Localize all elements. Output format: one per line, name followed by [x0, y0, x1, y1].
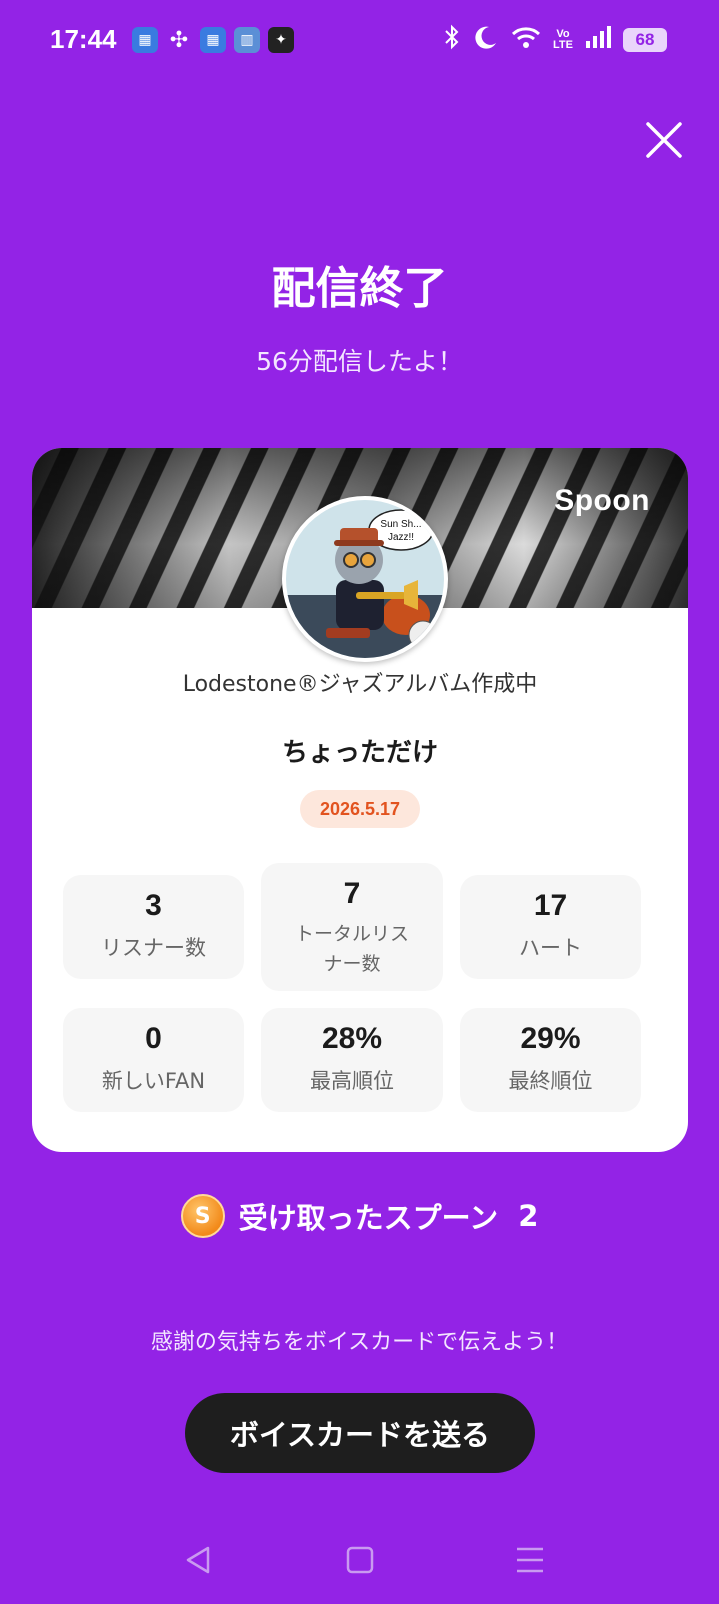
stat-value: 3: [145, 889, 162, 922]
status-time: 17:44: [50, 24, 117, 54]
close-button[interactable]: [642, 118, 686, 162]
broadcast-summary-card: Spoon Sun Sh... Jazz!! Lodestone®ジャズアルバム…: [32, 448, 688, 1152]
stat-total-listeners: 7 トータルリスナー数: [261, 863, 443, 991]
date-badge: 2026.5.17: [300, 790, 420, 828]
status-indicators: Vo LTE 68: [443, 24, 667, 56]
signal-icon: [585, 25, 611, 55]
stat-label: 最高順位: [310, 1069, 394, 1093]
svg-text:Sun Sh...: Sun Sh...: [380, 519, 421, 530]
system-nav-bar: [0, 1540, 719, 1600]
battery-indicator: 68: [623, 28, 667, 52]
avatar: Sun Sh... Jazz!!: [282, 496, 448, 662]
status-bar: 17:44 ▦ ✣ ▦ ▥ ✦ Vo LTE 68: [0, 0, 719, 84]
stat-label: トータルリスナー数: [294, 923, 409, 975]
spoons-count: 2: [518, 1199, 539, 1233]
home-nav-button[interactable]: [340, 1540, 380, 1580]
dj-name: Lodestone®ジャズアルバム作成中: [182, 672, 538, 697]
volte-indicator: Vo LTE: [553, 28, 573, 51]
broadcast-duration: 56分配信したよ！: [256, 347, 463, 376]
stat-value: 29%: [520, 1022, 581, 1055]
calendar-app-icon: ▦: [200, 27, 226, 53]
stat-label: リスナー数: [101, 936, 206, 960]
pinwheel-app-icon: ✣: [169, 27, 189, 53]
stat-label: ハート: [519, 936, 582, 960]
broadcast-title: ちょっただけ: [281, 738, 438, 768]
stat-final-rank: 29% 最終順位: [460, 1008, 641, 1112]
stat-new-fans: 0 新しいFAN: [63, 1008, 244, 1112]
figure-app-icon: ✦: [268, 27, 294, 53]
page-title: 配信終了: [271, 263, 448, 314]
status-app-icons: ▦ ✣ ▦ ▥ ✦: [132, 27, 294, 53]
spoon-logo: Spoon: [554, 484, 650, 517]
wifi-icon: [511, 25, 541, 55]
stat-highest-rank: 28% 最高順位: [261, 1008, 443, 1112]
close-icon: [646, 122, 682, 158]
stat-value: 28%: [321, 1022, 383, 1055]
home-square-icon: [346, 1546, 374, 1574]
moon-icon: [473, 24, 499, 56]
stat-label: 新しいFAN: [101, 1069, 206, 1093]
stat-value: 17: [533, 889, 568, 922]
stat-label: 最終順位: [508, 1069, 593, 1093]
stat-listeners: 3 リスナー数: [63, 875, 244, 979]
spoons-received: S 受け取ったスプーン 2: [0, 1194, 719, 1238]
spoons-label: 受け取ったスプーン: [238, 1201, 499, 1235]
back-nav-button[interactable]: [180, 1540, 220, 1580]
svg-text:Jazz!!: Jazz!!: [388, 532, 414, 543]
calendar-app-icon: ▦: [132, 27, 158, 53]
voice-card-message: 感謝の気持ちをボイスカードで伝えよう！: [150, 1330, 569, 1355]
stat-hearts: 17 ハート: [460, 875, 641, 979]
bluetooth-icon: [443, 24, 461, 56]
stat-value: 0: [145, 1022, 162, 1055]
send-voice-card-button[interactable]: ボイスカードを送る: [185, 1393, 535, 1473]
notes-app-icon: ▥: [234, 27, 260, 53]
menu-lines-icon: [517, 1547, 543, 1573]
back-triangle-icon: [186, 1546, 210, 1574]
stat-value: 7: [343, 877, 361, 910]
menu-nav-button[interactable]: [510, 1540, 550, 1580]
spoon-coin-icon: S: [180, 1194, 225, 1238]
